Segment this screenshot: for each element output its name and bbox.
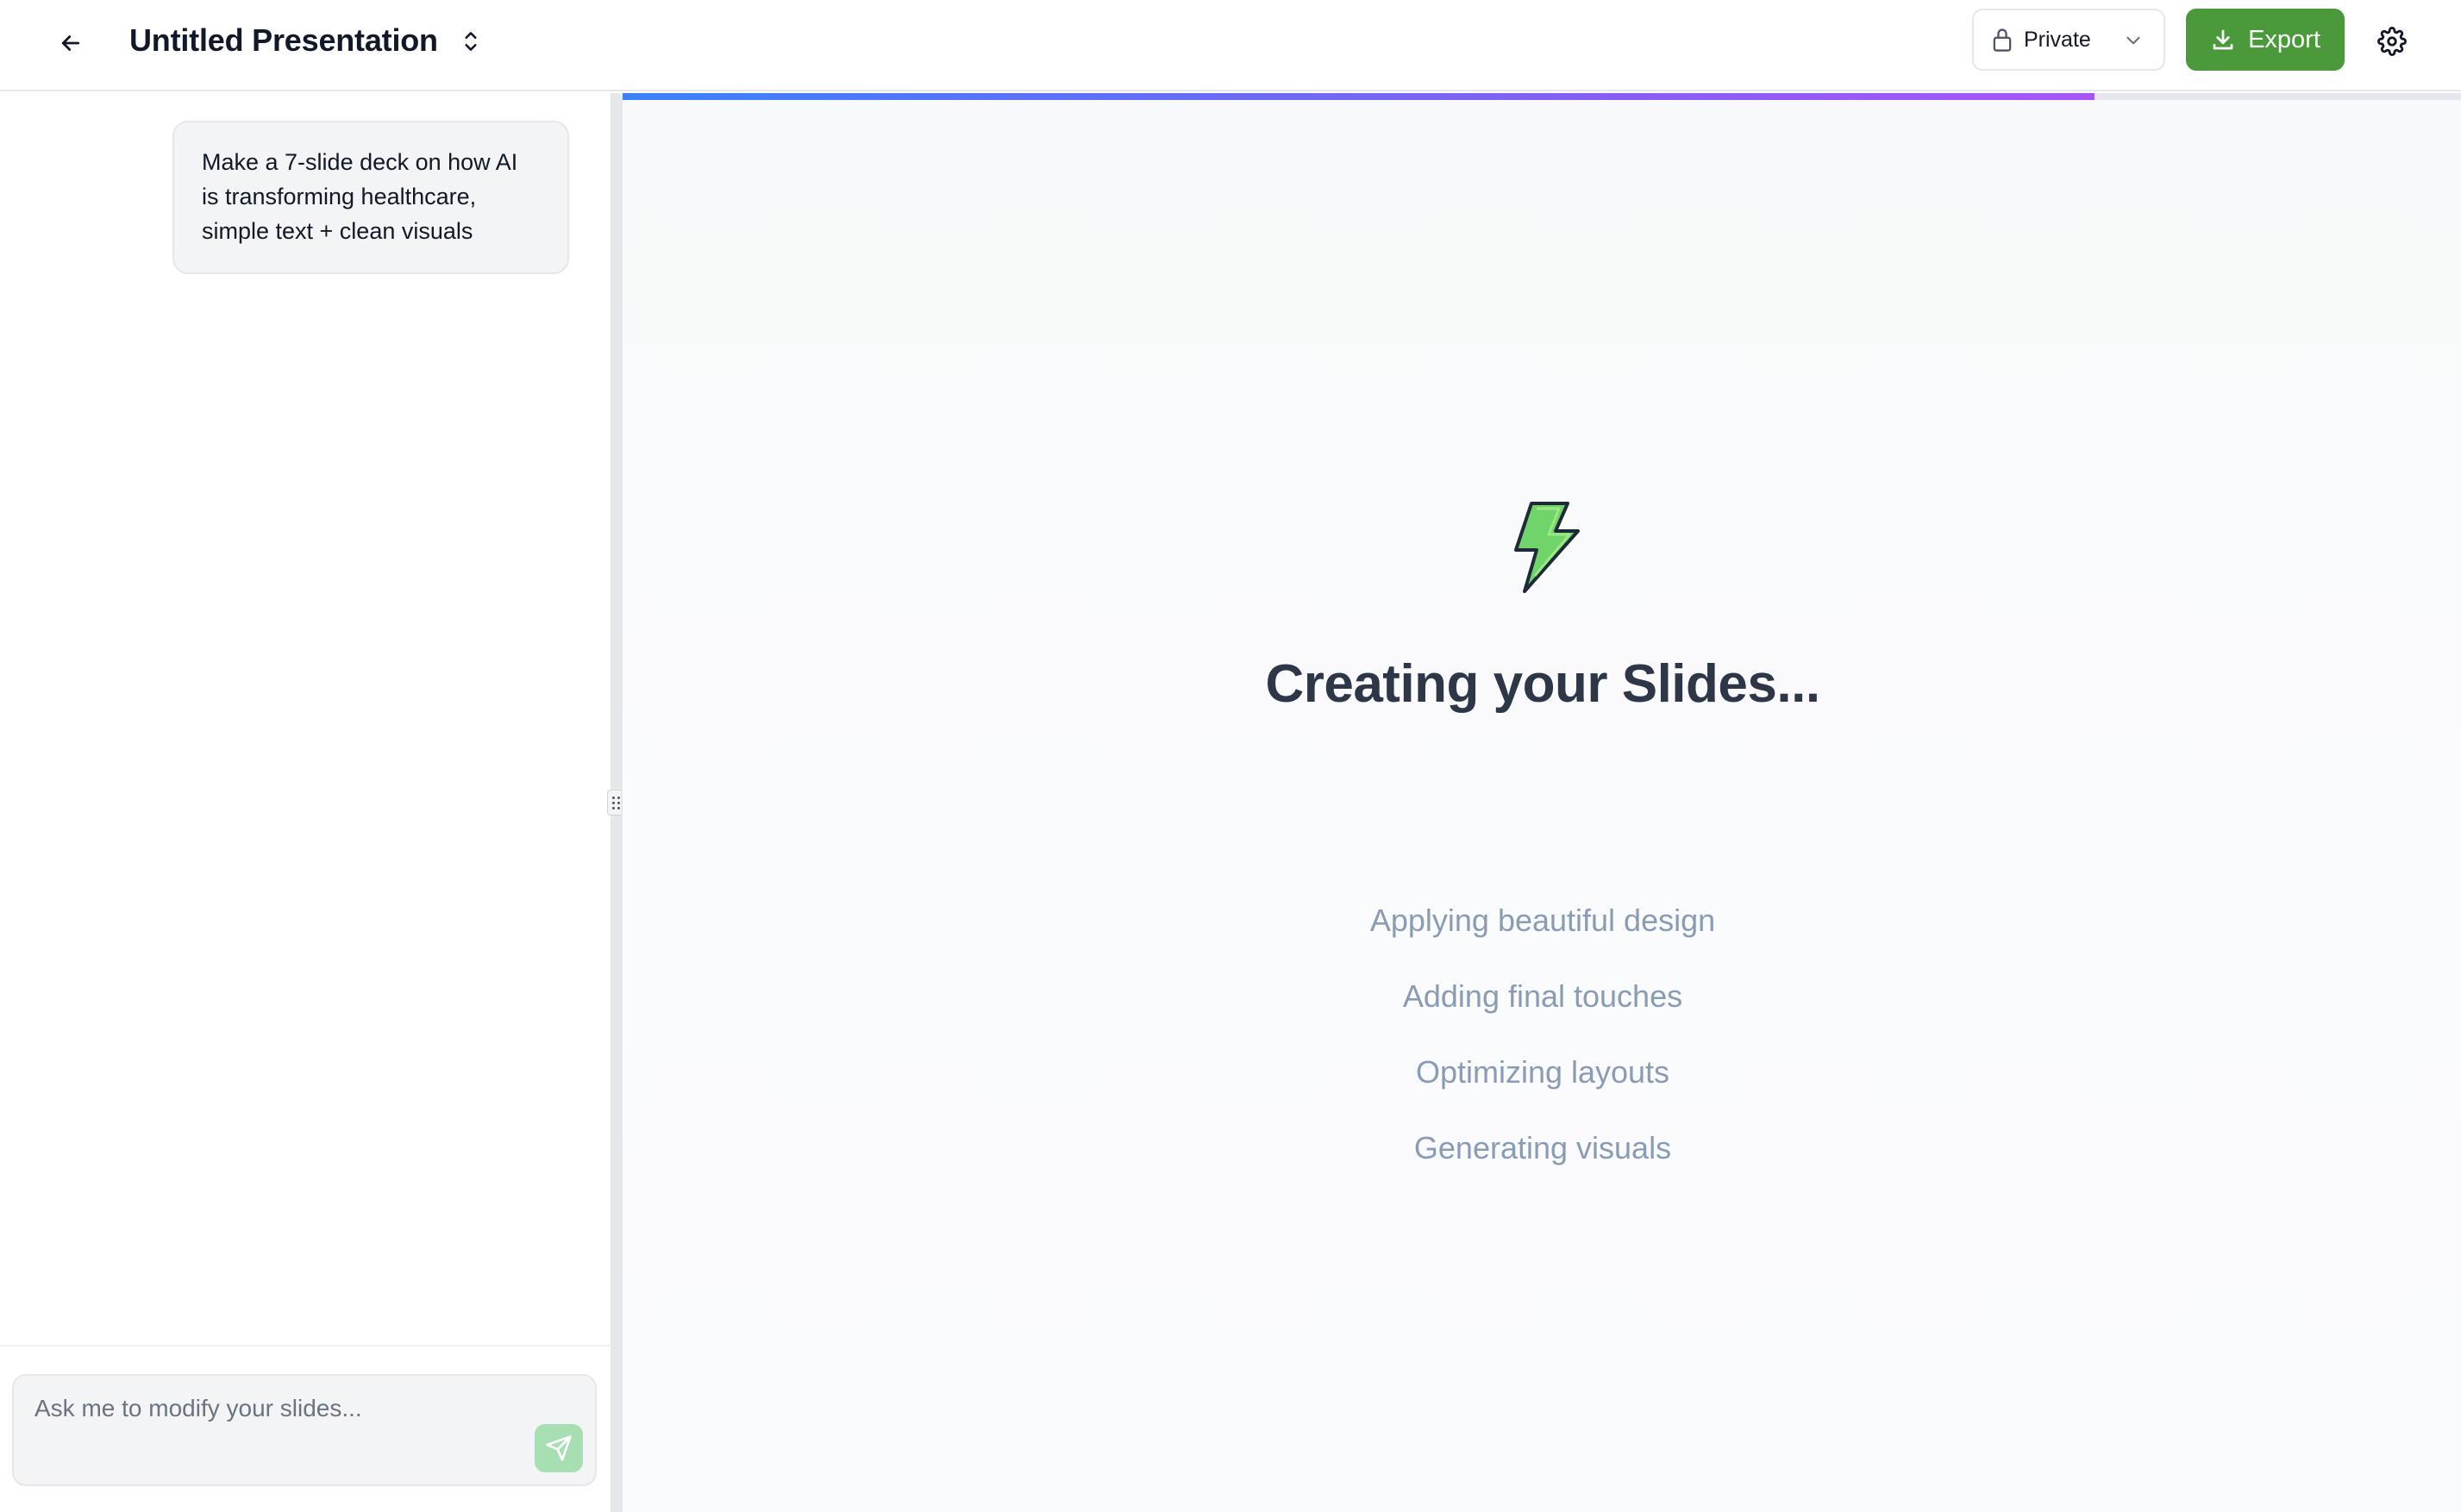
user-message-bubble: Make a 7-slide deck on how AI is transfo… [172, 121, 569, 274]
arrow-left-icon [61, 35, 80, 51]
chat-input[interactable] [34, 1391, 517, 1426]
presentation-title[interactable]: Untitled Presentation [129, 19, 438, 62]
generation-progress-bar [623, 93, 2461, 100]
composer-divider [0, 1345, 611, 1346]
chevron-down-icon [2126, 36, 2140, 45]
gear-icon [2377, 27, 2407, 56]
download-icon [2213, 29, 2233, 50]
lightning-bolt-icon [1514, 502, 1580, 593]
back-button[interactable] [48, 21, 93, 66]
generation-step: Adding final touches [1402, 978, 1683, 1014]
generation-step: Optimizing layouts [1415, 1054, 1670, 1090]
privacy-dropdown[interactable]: Private [1972, 9, 2165, 71]
loading-heading: Creating your Slides... [1265, 654, 1820, 714]
send-button[interactable] [535, 1424, 583, 1472]
settings-button[interactable] [2371, 21, 2413, 62]
generation-step: Generating visuals [1413, 1130, 1672, 1165]
chat-composer [12, 1374, 597, 1486]
slides-preview: Creating your Slides... Applying beautif… [621, 93, 2461, 1512]
privacy-dropdown-label: Private [2024, 27, 2091, 52]
generation-progress-fill [623, 93, 2095, 100]
chat-panel: Make a 7-slide deck on how AI is transfo… [0, 93, 611, 1512]
export-button[interactable]: Export [2186, 9, 2345, 71]
lock-icon [1989, 25, 2015, 54]
title-menu-toggle[interactable] [455, 24, 486, 59]
send-icon [546, 1435, 572, 1461]
chevron-up-down-icon [465, 32, 477, 51]
generation-steps-list: Applying beautiful design Adding final t… [623, 895, 2461, 1198]
generation-step: Applying beautiful design [1369, 903, 1716, 938]
export-button-label: Export [2248, 25, 2320, 53]
top-bar: Untitled Presentation Private Export [0, 0, 2461, 91]
